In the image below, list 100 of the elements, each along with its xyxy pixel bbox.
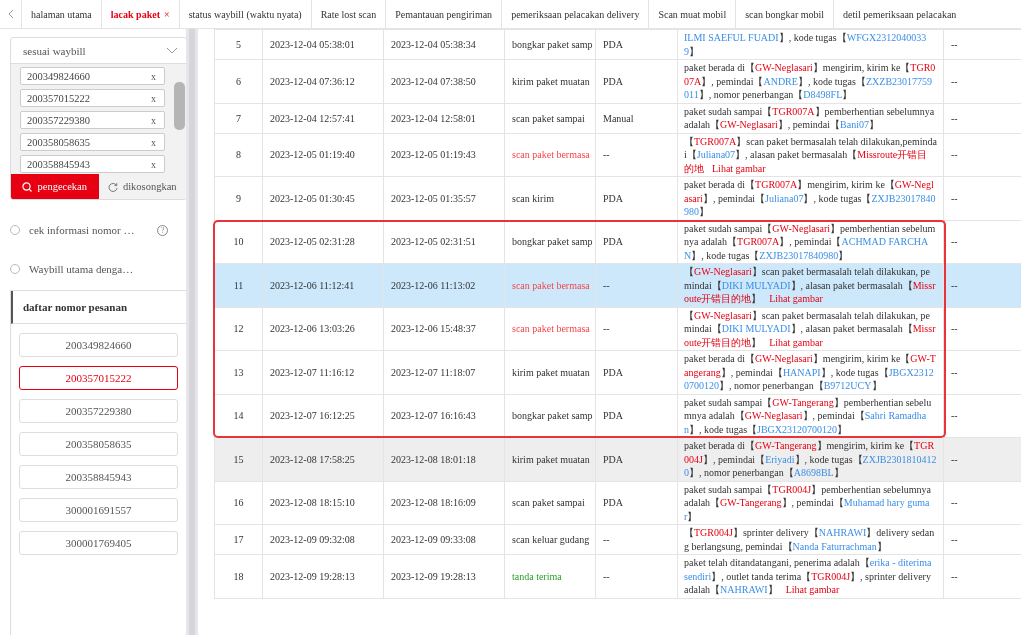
table-cell: -- <box>951 192 958 204</box>
table-cell: -- <box>951 236 958 248</box>
upload-time: 2023-12-07 11:18:07 <box>391 366 476 378</box>
table-row[interactable] <box>214 554 1021 598</box>
upload-time: 2023-12-05 01:35:57 <box>391 192 476 204</box>
table-cell: -- <box>951 39 958 50</box>
order-number-item[interactable]: 300001691557 <box>19 498 178 522</box>
order-number-item[interactable]: 200357015222 <box>19 366 178 390</box>
scan-time: 2023-12-07 16:12:25 <box>270 410 355 422</box>
table-row[interactable]: 8 2023-12-05 01:19:40 2023-12-05 01:19:43 scan paket bermasa -- 【TGR007A】scan paket bermasalah telah dilakukan,pemindai【Juliana07】, alasan paket bermasalah【Missroute开错目的地 Lihat gambar -- <box>214 133 1021 177</box>
event-description: paket sudah sampai【TGR004J】pemberhentian sebelumnya adalah【GW-Tangerang】, pemindai【Muhamad hary gumar】 <box>684 482 932 523</box>
table-row[interactable] <box>214 437 1021 481</box>
event-description: paket telah ditandatangani, penerima adalah【erika - diterima sendiri】, outlet tanda terima【TGR004J】, sprinter delivery adalah【NAHRAWI】 Lihat gambar <box>684 556 933 597</box>
scan-time: 2023-12-05 01:30:45 <box>270 192 355 204</box>
order-number-item[interactable]: 200349824660 <box>19 333 178 357</box>
scan-source: -- <box>603 149 610 161</box>
scan-type: scan paket sampai <box>512 112 585 124</box>
scan-time: 2023-12-04 07:36:12 <box>270 75 355 87</box>
event-description: paket sudah sampai【GW-Neglasari】pemberhentian sebelumnya adalah【TGR007A】, pemindai【ACHMAD FARCHAN】, kode tugas【ZXJB23017840980】 <box>684 221 937 262</box>
tab[interactable]: scan bongkar mobil <box>736 0 835 28</box>
remove-button[interactable]: x <box>151 92 156 104</box>
scan-type: bongkar paket samp <box>512 410 593 422</box>
tab[interactable]: lacak paket × <box>101 0 180 28</box>
tab[interactable]: Pemantauan pengiriman <box>386 0 503 28</box>
table-row[interactable]: 9 2023-12-05 01:30:45 2023-12-05 01:35:57 scan kirim PDA paket berada di【TGR007A】mengirim, kirim ke【GW-Neglasari】, pemindai【Juliana07】, kode tugas【ZXJB23017840980】 -- <box>214 176 1021 220</box>
upload-time: 2023-12-04 05:38:34 <box>391 39 476 50</box>
waybill-number: 200358058635 <box>27 136 90 148</box>
table-row[interactable]: 7 2023-12-04 12:57:41 2023-12-04 12:58:01 scan paket sampai Manual paket sudah sampai【TGR007A】pemberhentian sebelumnya adalah【GW-Neglasari】, pemindai【Bani07】 -- <box>214 103 1021 133</box>
scan-time: 2023-12-09 09:32:08 <box>270 534 355 545</box>
remove-button[interactable]: x <box>151 136 156 148</box>
table-row[interactable]: 5 2023-12-04 05:38:01 2023-12-04 05:38:34 bongkar paket samp PDA ILMI SAEFUL FUADI】, kode tugas【WFGX23120400339】 -- <box>214 29 1021 60</box>
scrollbar-thumb[interactable] <box>174 82 185 130</box>
view-image-link[interactable]: Lihat gambar <box>785 584 840 595</box>
remove-button[interactable]: x <box>151 70 156 82</box>
scan-time: 2023-12-05 01:19:40 <box>270 149 355 161</box>
row-number: 17 <box>233 534 244 545</box>
remove-button[interactable]: x <box>151 158 156 170</box>
remove-button[interactable]: x <box>151 114 156 126</box>
row-number: 8 <box>236 149 241 161</box>
event-description: 【TGR007A】scan paket bermasalah telah dilakukan,pemindai【Juliana07】, alasan paket bermasalah【Missroute开错目的地 Lihat gambar <box>684 134 937 175</box>
search-button[interactable]: pengecekan <box>11 174 99 199</box>
scan-type: scan paket bermasa <box>512 149 590 161</box>
scan-source: PDA <box>603 39 623 50</box>
table-row[interactable]: 12 2023-12-06 13:03:26 2023-12-06 15:48:37 scan paket bermasa -- 【GW-Neglasari】scan paket bermasalah telah dilakukan, pemindai【DIKI MULYADI】, alasan paket bermasalah【Missroute开错目的地】 Lihat gambar -- <box>214 307 1021 351</box>
tab[interactable]: Scan muat mobil <box>649 0 737 28</box>
table-row[interactable]: 11 2023-12-06 11:12:41 2023-12-06 11:13:02 scan paket bermasa -- 【GW-Neglasari】scan paket bermasalah telah dilakukan, pemindai【DIKI MULYADI】, alasan paket bermasalah【Missroute开错目的地】 Lihat gambar -- <box>214 263 1021 307</box>
tab[interactable]: pemeriksaan pelacakan delivery <box>502 0 650 28</box>
scan-type: scan paket bermasa <box>512 323 590 335</box>
scan-type: kirim paket muatan <box>512 366 590 378</box>
tab[interactable]: Rate lost scan <box>311 0 387 28</box>
close-icon[interactable]: × <box>164 8 170 20</box>
row-number: 7 <box>236 112 241 124</box>
row-number: 12 <box>233 323 244 335</box>
row-number: 15 <box>233 453 244 465</box>
scan-source: -- <box>603 323 610 335</box>
table-cell: -- <box>951 149 958 161</box>
event-description: paket sudah sampai【GW-Tangerang】pemberhentian sebelumnya adalah【GW-Neglasari】, pemindai【Sahri Ramadhan】, kode tugas【JBGX23120700120】 <box>684 395 933 436</box>
upload-time: 2023-12-09 19:28:13 <box>391 570 476 582</box>
event-description: ILMI SAEFUL FUADI】, kode tugas【WFGX23120400339】 <box>684 31 928 58</box>
tab[interactable]: detil pemeriksaan pelacakan <box>834 0 957 28</box>
upload-time: 2023-12-08 18:16:09 <box>391 497 476 509</box>
order-number-item[interactable]: 300001769405 <box>19 531 178 555</box>
upload-time: 2023-12-06 11:13:02 <box>391 279 476 291</box>
scan-time: 2023-12-04 05:38:01 <box>270 39 355 50</box>
table-cell: -- <box>951 112 958 124</box>
order-number-item[interactable]: 200358845943 <box>19 465 178 489</box>
table-row[interactable]: 16 2023-12-08 18:15:10 2023-12-08 18:16:09 scan paket sampai PDA paket sudah sampai【TGR004J】pemberhentian sebelumnya adalah【GW-Tangerang】, pemindai【Muhamad hary gumar】 -- <box>214 481 1021 525</box>
scan-source: PDA <box>603 453 623 465</box>
chevron-down-icon <box>166 47 178 54</box>
order-number-item[interactable]: 200358058635 <box>19 432 178 456</box>
table-cell: -- <box>951 570 958 582</box>
option-label: Waybill utama denga… <box>29 263 135 275</box>
scan-type: scan paket bermasa <box>512 279 590 291</box>
table-row[interactable]: 6 2023-12-04 07:36:12 2023-12-04 07:38:50 kirim paket muatan PDA paket berada di【GW-Neglasari】mengirim, kirim ke【TGR007A】, pemindai【ANDRE】, kode tugas【ZXZB23017759011】, nomor penerbangan【D8498FL】 -- <box>214 59 1021 103</box>
table-cell: -- <box>951 75 958 87</box>
tab[interactable]: status waybill (waktu nyata) <box>179 0 312 28</box>
table-cell: -- <box>951 534 958 545</box>
order-number-item[interactable]: 200357229380 <box>19 399 178 423</box>
view-image-link[interactable]: Lihat gambar <box>769 293 823 304</box>
view-image-link[interactable]: Lihat gambar <box>769 336 823 348</box>
scrollbar[interactable] <box>189 29 195 635</box>
chevron-left-icon <box>7 9 14 19</box>
scan-type: scan paket sampai <box>512 497 585 509</box>
tab[interactable]: halaman utama <box>22 0 102 28</box>
reset-button[interactable]: dikosongkan <box>98 174 186 199</box>
scan-time: 2023-12-08 18:15:10 <box>270 497 355 509</box>
upload-time: 2023-12-09 09:33:08 <box>391 534 476 545</box>
scan-source: PDA <box>603 410 623 422</box>
row-number: 5 <box>236 39 241 50</box>
table-row[interactable]: 10 2023-12-05 02:31:28 2023-12-05 02:31:51 bongkar paket samp PDA paket sudah sampai【GW-Neglasari】pemberhentian sebelumnya adalah【TGR007A】, pemindai【ACHMAD FARCHAN】, kode tugas【ZXJB23017840980】 -- <box>214 220 1021 264</box>
scan-type: bongkar paket samp <box>512 236 593 248</box>
row-number: 14 <box>233 410 244 422</box>
event-description: paket sudah sampai【TGR007A】pemberhentian sebelumnya adalah【GW-Neglasari】, pemindai【Bani07】 <box>684 104 936 132</box>
view-image-link[interactable]: Lihat gambar <box>712 162 766 174</box>
scan-time: 2023-12-06 11:12:41 <box>270 279 355 291</box>
scan-source: PDA <box>603 75 623 87</box>
row-number: 9 <box>236 192 241 204</box>
scan-type: kirim paket muatan <box>512 453 590 465</box>
table-row[interactable]: 17 2023-12-09 09:32:08 2023-12-09 09:33:08 scan keluar gudang -- 【TGR004J】sprinter delivery【NAHRAWI】delivery sedang berlangsung, pemindai【Nanda Faturrachman】 -- <box>214 524 1021 555</box>
scan-time: 2023-12-08 17:58:25 <box>270 453 355 465</box>
